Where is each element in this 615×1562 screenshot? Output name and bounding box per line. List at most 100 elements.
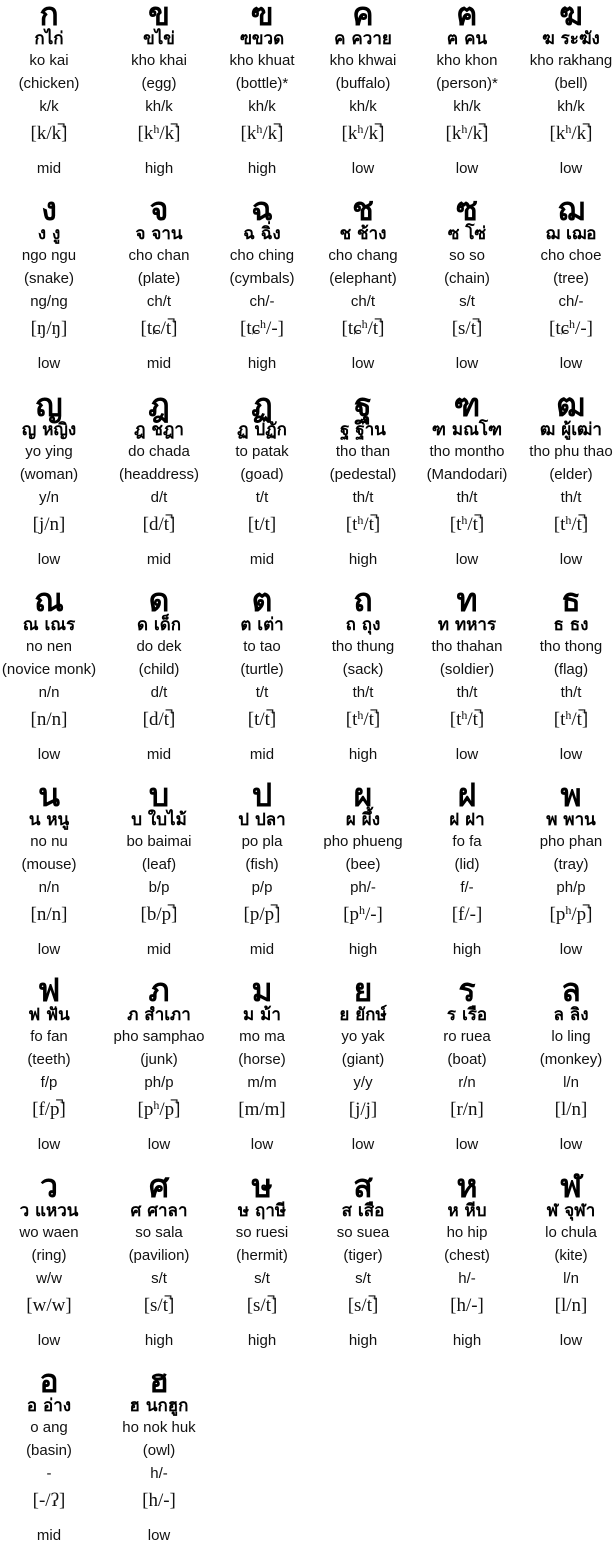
ipa-pronunciation: [r/n] <box>450 1099 484 1121</box>
romanization: kho khwai <box>329 52 397 69</box>
consonant-cell: ณณ เณร no nen (novice monk) n/n [n/n] low <box>0 581 101 781</box>
romanization: bo baimai <box>126 833 192 851</box>
ipa-pronunciation: [kh/k̚] <box>137 122 181 144</box>
meaning: (novice monk) <box>1 660 97 678</box>
example-word: ฆ ระฆัง <box>542 29 600 49</box>
meaning: (plate) <box>137 270 181 288</box>
consonant-class: low <box>559 745 583 763</box>
meaning: (basin) <box>26 1442 72 1460</box>
consonant-cell: ลล ลิง lo ling (monkey) l/n [l/n] low <box>519 971 615 1171</box>
consonant-cell: ดด เด็กdo dek(child)d/t[d/t̚]mid <box>107 581 211 781</box>
ipa-pronunciation: [th/t̚] <box>345 707 381 730</box>
transliteration: ph/- <box>350 879 376 897</box>
consonant-row: ออ อ่าง o ang (basin) - [-/ʔ] mid ฮฮ นกฮูก ho n… <box>0 1362 615 1562</box>
consonant-class: low <box>37 355 61 373</box>
romanization: ngo ngu <box>21 247 77 265</box>
example-word: ณ เณร <box>22 614 76 635</box>
example-word: ขไข่ <box>143 29 175 49</box>
transliteration: kh/k <box>145 98 173 115</box>
example-word: ง งู <box>37 224 61 245</box>
consonant-cell: ฃฃขวดkho khuat(bottle)*kh/k[kh/k̚]high <box>210 0 314 195</box>
consonant-row: ณณ เณร no nen (novice monk) n/n [n/n] low ดด เ… <box>0 581 615 781</box>
consonant-row: นน หนู no nu (mouse) n/n [n/n] low บบ ใบไม้ bo … <box>0 776 615 976</box>
consonant-class: low <box>559 160 583 177</box>
ipa-pronunciation: [s/t̚] <box>143 1294 175 1316</box>
transliteration: ch/t <box>350 293 376 311</box>
transliteration: y/n <box>38 488 59 506</box>
romanization: tho than <box>335 442 391 460</box>
consonant-class: mid <box>146 745 172 763</box>
consonant-class: low <box>351 160 375 177</box>
romanization: fo fan <box>30 1028 68 1046</box>
consonant-cell: หห หีบ ho hip (chest) h/- [h/-] high <box>415 1167 519 1367</box>
consonant-class: mid <box>146 941 172 959</box>
ipa-pronunciation: [f/p̚] <box>32 1099 66 1121</box>
ipa-pronunciation: [n/n] <box>30 904 68 926</box>
consonant-cell: ปป ปลาpo pla(fish)p/p[p/p̚]mid <box>210 776 314 976</box>
ipa-pronunciation: [d/t̚] <box>142 513 176 535</box>
meaning: (giant) <box>341 1051 385 1069</box>
ipa-pronunciation: [ph/-] <box>343 903 383 926</box>
meaning: (chain) <box>444 270 490 288</box>
consonant-cell: ฉฉ ฉิ่ง cho ching (cymbals) ch/- [tɕh/-] high <box>210 190 314 390</box>
consonant-class: low <box>351 1136 375 1154</box>
meaning: (chest) <box>444 1246 490 1264</box>
romanization: no nu <box>30 833 68 851</box>
consonant-class: high <box>144 160 174 177</box>
ipa-pronunciation: [f/-] <box>451 904 483 926</box>
ipa-pronunciation: [n/n] <box>30 708 68 730</box>
transliteration: th/t <box>456 488 478 506</box>
consonant-cell: ชช ช้างcho chang(elephant)ch/t[tɕh/t̚]lo… <box>311 190 415 390</box>
meaning: (bell) <box>554 75 588 92</box>
example-word: ต เต่า <box>240 614 284 635</box>
consonant-class: low <box>455 160 479 177</box>
meaning: (buffalo) <box>335 75 391 92</box>
example-word: ถ ถุง <box>345 614 381 635</box>
meaning: (chicken) <box>18 75 80 92</box>
meaning: (pavilion) <box>128 1246 190 1264</box>
meaning: (pedestal) <box>329 465 397 483</box>
consonant-cell: จจ จานcho chan(plate)ch/t[tɕ/t̚]mid <box>107 190 211 390</box>
example-word: ย ยักษ์ <box>339 1005 387 1026</box>
example-word: ฏ ปฏัก <box>237 419 287 440</box>
romanization: wo waen <box>19 1223 79 1241</box>
romanization: cho choe <box>540 247 602 265</box>
meaning: (teeth) <box>27 1051 71 1069</box>
transliteration: th/t <box>456 683 478 701</box>
consonant-cell: นน หนู no nu (mouse) n/n [n/n] low <box>0 776 101 976</box>
romanization: tho phu thao <box>529 442 613 460</box>
romanization: ko kai <box>29 52 69 69</box>
ipa-pronunciation: [b/p̚] <box>140 904 178 926</box>
consonant-class: low <box>455 1136 479 1154</box>
example-word: น หนู <box>28 810 70 831</box>
romanization: tho montho <box>429 442 505 460</box>
consonant-row: ญญ หญิง yo ying (woman) y/n [j/n] low ฎฎ ชฎา do… <box>0 386 615 586</box>
consonant-class: low <box>37 1136 61 1154</box>
consonant-class: mid <box>36 1527 62 1545</box>
example-word: ฒ ผู้เฒ่า <box>540 419 602 440</box>
example-word: ฐ ฐาน <box>340 419 386 440</box>
example-word: ช ช้าง <box>339 224 387 245</box>
transliteration: kh/k <box>349 98 377 115</box>
romanization: pho samphao <box>113 1028 205 1046</box>
transliteration: - <box>46 1465 52 1483</box>
transliteration: kh/k <box>453 98 481 115</box>
romanization: yo yak <box>341 1028 385 1046</box>
ipa-pronunciation: [ph/p̚] <box>549 903 593 926</box>
meaning: (elder) <box>549 465 593 483</box>
ipa-pronunciation: [j/j] <box>348 1099 378 1121</box>
ipa-pronunciation: [s/t̚] <box>347 1294 379 1316</box>
consonant-class: high <box>452 1331 482 1349</box>
consonant-cell: ฟฟ ฟันfo fan(teeth)f/p[f/p̚]low <box>0 971 101 1171</box>
example-word: ฎ ชฎา <box>134 419 184 440</box>
ipa-pronunciation: [-/ʔ] <box>32 1490 66 1512</box>
romanization: ro ruea <box>443 1028 491 1046</box>
meaning: (ring) <box>31 1246 67 1264</box>
consonant-class: low <box>351 355 375 373</box>
consonant-class: low <box>559 1331 583 1349</box>
example-word: ฬ จุฬา <box>546 1200 596 1221</box>
romanization: kho khon <box>436 52 498 69</box>
consonant-cell: ออ อ่าง o ang (basin) - [-/ʔ] mid <box>0 1362 101 1562</box>
consonant-class: low <box>559 355 583 373</box>
romanization: kho rakhang <box>529 52 613 69</box>
